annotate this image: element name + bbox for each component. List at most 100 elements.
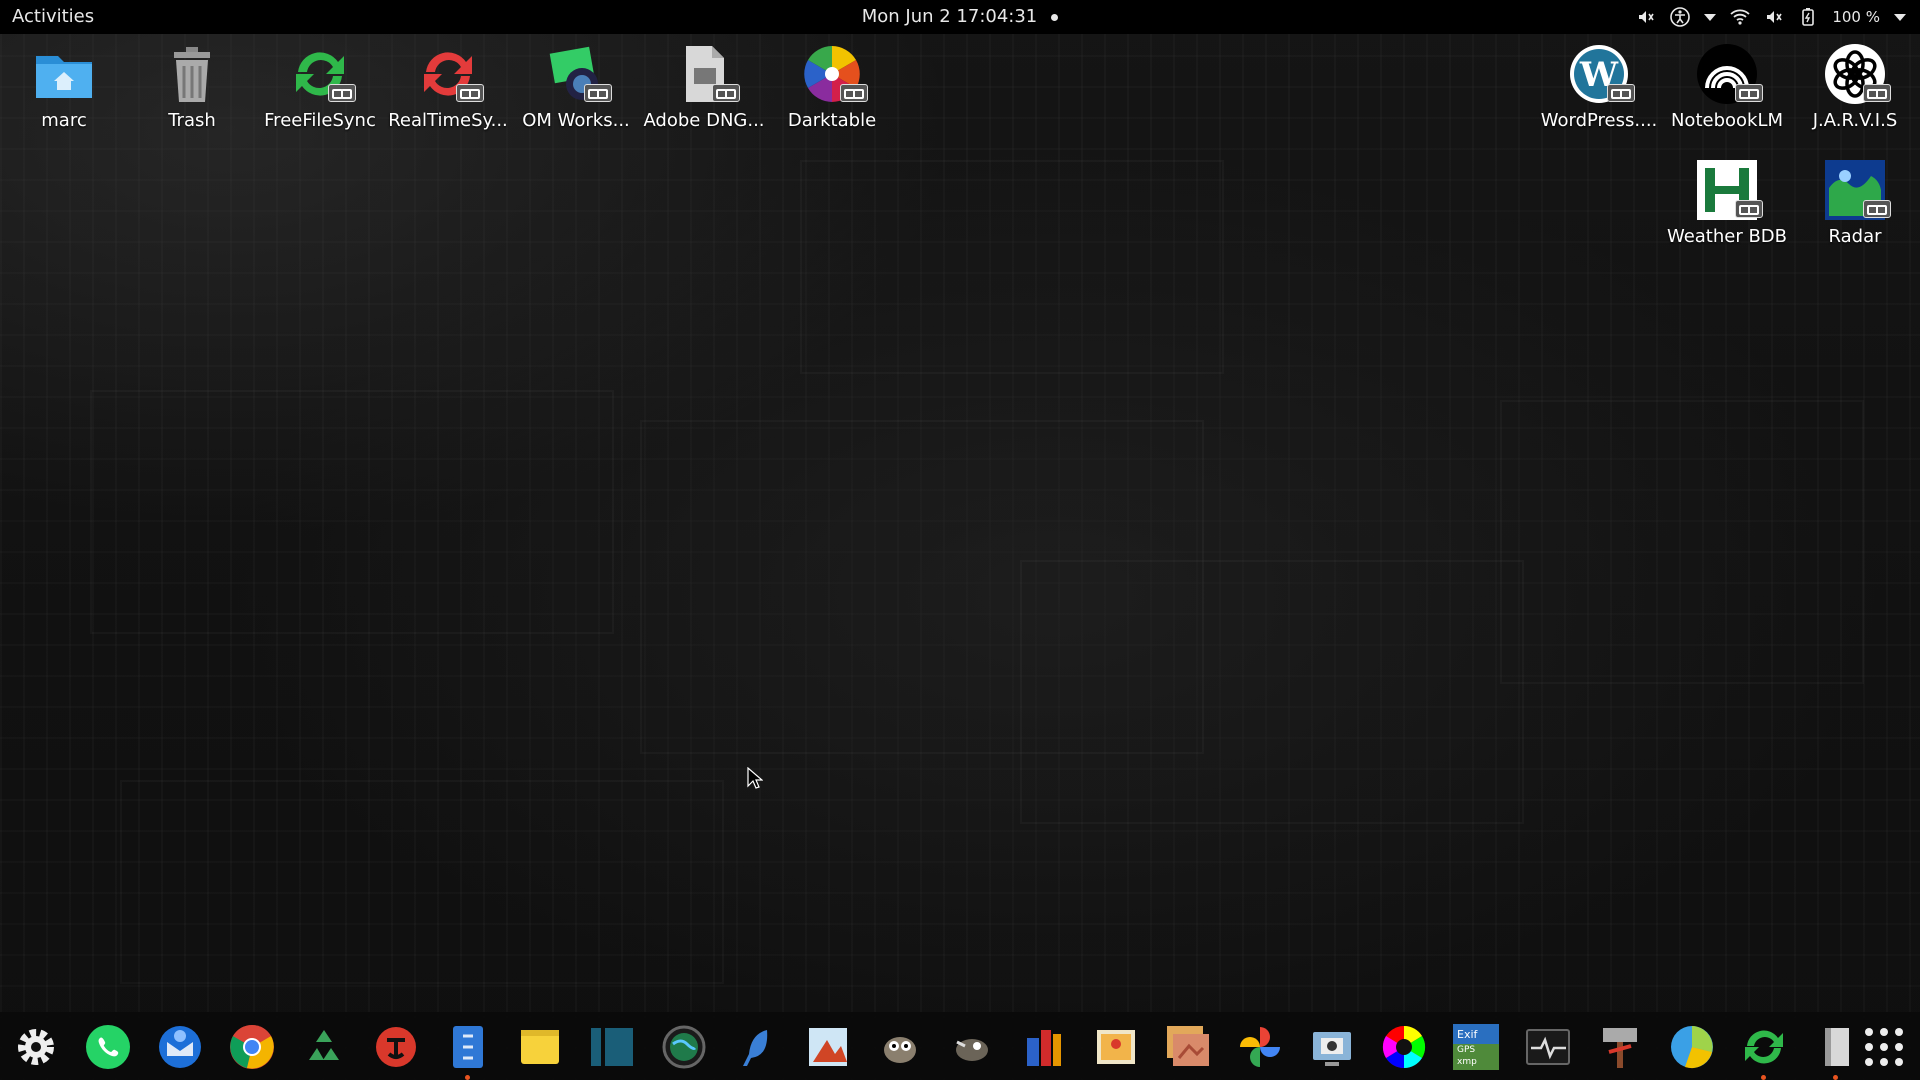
battery-icon[interactable] <box>1798 7 1818 27</box>
notebooklm-icon <box>1695 42 1763 106</box>
dock-pie-app[interactable] <box>1667 1022 1717 1072</box>
dock-recycle[interactable] <box>299 1022 349 1072</box>
notification-dot <box>1051 13 1059 21</box>
dock-whatsapp[interactable] <box>83 1022 133 1072</box>
chrome-icon <box>230 1025 274 1069</box>
dock-globe[interactable] <box>659 1022 709 1072</box>
feather-icon <box>743 1030 768 1066</box>
darktable-icon <box>800 42 868 106</box>
wifi-icon[interactable] <box>1730 7 1750 27</box>
drive-icon <box>1825 1028 1849 1066</box>
show-apps-button[interactable] <box>1859 1022 1909 1072</box>
dock-chrome[interactable] <box>227 1022 277 1072</box>
dock-color-wheel[interactable] <box>1379 1022 1429 1072</box>
desktop-icon-wordpress[interactable]: W WordPress.... <box>1537 42 1661 142</box>
dock-system-monitor[interactable] <box>1523 1022 1573 1072</box>
desktop-icon-label: WordPress.... <box>1540 110 1658 131</box>
link-badge-icon <box>328 84 356 102</box>
desktop-icon-darktable[interactable]: Darktable <box>770 42 894 142</box>
dock-exif-gps-xmp[interactable]: Exif GPS xmp <box>1451 1022 1501 1072</box>
exif-icon: Exif GPS xmp <box>1453 1024 1499 1070</box>
dock-photo-editor[interactable] <box>803 1022 853 1072</box>
system-tray[interactable]: 100 % <box>1636 0 1920 34</box>
desktop-icon-label: Darktable <box>787 110 877 131</box>
freefilesync-icon <box>288 42 356 106</box>
desktop-icon-label: Radar <box>1828 226 1882 247</box>
adobe-dng-icon <box>672 42 740 106</box>
link-badge-icon <box>1607 84 1635 102</box>
dock-feather[interactable] <box>731 1022 781 1072</box>
dock-disk[interactable] <box>1811 1022 1861 1080</box>
wallpaper-pattern <box>120 780 724 984</box>
dock-screenshot[interactable] <box>1307 1022 1357 1072</box>
desktop-icon-label: NotebookLM <box>1670 110 1784 131</box>
speaker-muted-icon[interactable] <box>1636 7 1656 27</box>
desktop-icon-label: RealTimeSy... <box>388 110 508 131</box>
frame-app-icon <box>591 1028 633 1066</box>
link-badge-icon <box>584 84 612 102</box>
whatsapp-icon <box>86 1025 130 1069</box>
dock-library[interactable] <box>1019 1022 1069 1072</box>
image-viewer-icon <box>1097 1030 1135 1064</box>
desktop-icon-realtimesync[interactable]: RealTimeSy... <box>386 42 510 142</box>
dock-sync[interactable] <box>1739 1022 1789 1080</box>
desktop-icon-trash[interactable]: Trash <box>130 42 254 142</box>
link-badge-icon <box>1735 200 1763 218</box>
volume-muted-icon[interactable] <box>1764 7 1784 27</box>
mouse-cursor-icon <box>747 766 764 791</box>
dock-files[interactable] <box>443 1022 493 1080</box>
desktop-icon-notebooklm[interactable]: NotebookLM <box>1665 42 1789 142</box>
running-indicator <box>1761 1075 1766 1080</box>
globe-icon <box>662 1025 706 1069</box>
dock-thunderbird[interactable] <box>155 1022 205 1072</box>
desktop-icon-weather-bdb[interactable]: Weather BDB <box>1665 158 1789 258</box>
desktop-icon-label: J.A.R.V.I.S <box>1812 110 1898 131</box>
dock-notes[interactable] <box>515 1022 565 1072</box>
recycle-icon <box>309 1030 339 1060</box>
wordpress-icon: W <box>1567 42 1635 106</box>
chevron-down-icon[interactable] <box>1894 13 1906 21</box>
chevron-down-icon[interactable] <box>1704 13 1717 21</box>
dock-gimp[interactable] <box>875 1022 925 1072</box>
accessibility-icon[interactable] <box>1670 7 1691 27</box>
clock[interactable]: Mon Jun 2 17:04:31 <box>0 5 1920 29</box>
dock-hammer-tool[interactable] <box>1595 1022 1645 1072</box>
desktop-icon-label: Weather BDB <box>1666 226 1788 247</box>
slides-icon <box>1167 1026 1209 1066</box>
wallpaper-pattern <box>1020 560 1524 824</box>
sticky-notes-icon <box>521 1030 559 1064</box>
dock-inkscape-like[interactable] <box>947 1022 997 1072</box>
system-monitor-icon <box>1526 1029 1570 1065</box>
gps-label: GPS <box>1457 1045 1475 1055</box>
dock-tux-app[interactable] <box>371 1022 421 1072</box>
sync-icon <box>1745 1030 1783 1064</box>
link-badge-icon <box>1863 84 1891 102</box>
desktop-background <box>0 0 1920 1080</box>
screenshot-icon <box>1313 1032 1351 1066</box>
dock: Exif GPS xmp <box>0 1012 1920 1080</box>
file-cabinet-icon <box>453 1026 483 1068</box>
wallpaper-pattern <box>1500 400 1864 684</box>
dock-frame-app[interactable] <box>587 1022 637 1072</box>
om-workspace-icon <box>544 42 612 106</box>
desktop-icon-label: OM Works... <box>522 110 630 131</box>
desktop-icon-home-folder[interactable]: marc <box>2 42 126 142</box>
radar-map-icon <box>1823 158 1891 222</box>
weather-bdb-icon <box>1695 158 1763 222</box>
desktop-icon-label: FreeFileSync <box>264 110 376 131</box>
desktop-icon-freefilesync[interactable]: FreeFileSync <box>258 42 382 142</box>
dock-slides[interactable] <box>1163 1022 1213 1072</box>
desktop-icon-adobe-dng[interactable]: Adobe DNG... <box>642 42 766 142</box>
link-badge-icon <box>712 84 740 102</box>
photo-editor-icon <box>809 1028 847 1066</box>
gimp-icon <box>884 1037 916 1063</box>
desktop-icon-jarvis[interactable]: J.A.R.V.I.S <box>1793 42 1917 142</box>
dock-pinwheel[interactable] <box>1235 1022 1285 1072</box>
app-grid-icon <box>1865 1028 1903 1066</box>
desktop-icon-label: marc <box>41 110 87 131</box>
desktop-icon-radar[interactable]: Radar <box>1793 158 1917 258</box>
dock-image-viewer[interactable] <box>1091 1022 1141 1072</box>
link-badge-icon <box>1863 200 1891 218</box>
desktop-icon-om-workspace[interactable]: OM Works... <box>514 42 638 142</box>
dock-settings[interactable] <box>11 1022 61 1072</box>
